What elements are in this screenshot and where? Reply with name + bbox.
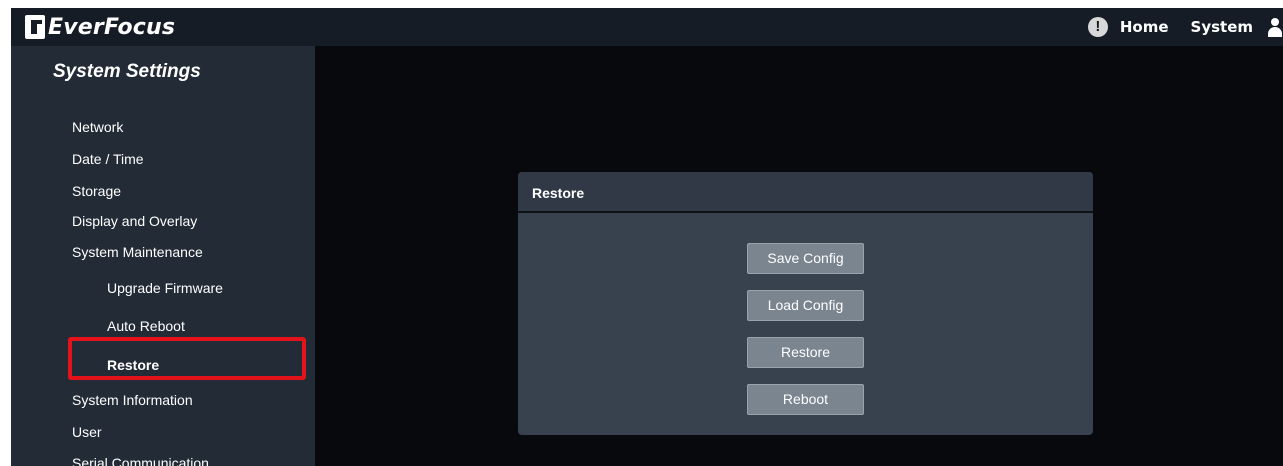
top-bar: EverFocus ! Home System (11, 8, 1283, 46)
panel-header: Restore (518, 172, 1093, 213)
sidebar: System Settings Network Date / Time Stor… (11, 46, 315, 466)
reboot-button[interactable]: Reboot (747, 384, 864, 415)
sidebar-item-network[interactable]: Network (72, 118, 123, 136)
alert-circle-icon[interactable]: ! (1087, 17, 1108, 37)
sidebar-item-system-information[interactable]: System Information (72, 391, 193, 409)
everfocus-logo-icon (25, 15, 45, 39)
sidebar-item-display-overlay[interactable]: Display and Overlay (72, 212, 197, 230)
nav-home-link[interactable]: Home (1120, 18, 1169, 36)
app-window: EverFocus ! Home System System Settings … (11, 8, 1283, 466)
nav-system-link[interactable]: System (1191, 18, 1253, 36)
restore-panel: Restore Save Config Load Config Restore … (518, 172, 1093, 435)
sidebar-item-auto-reboot[interactable]: Auto Reboot (107, 317, 185, 335)
save-config-button[interactable]: Save Config (747, 243, 864, 274)
sidebar-item-restore[interactable]: Restore (107, 356, 159, 374)
sidebar-item-system-maintenance[interactable]: System Maintenance (72, 243, 203, 261)
restore-button[interactable]: Restore (747, 337, 864, 368)
brand-name: EverFocus (48, 14, 176, 40)
panel-title: Restore (532, 185, 585, 201)
sidebar-item-user[interactable]: User (72, 423, 102, 441)
restore-highlight-box (68, 337, 306, 380)
brand-logo[interactable]: EverFocus (25, 13, 175, 41)
sidebar-item-storage[interactable]: Storage (72, 182, 121, 200)
load-config-button[interactable]: Load Config (747, 290, 864, 321)
sidebar-title: System Settings (53, 61, 201, 82)
top-nav: ! Home System (1087, 8, 1283, 46)
sidebar-item-date-time[interactable]: Date / Time (72, 150, 144, 168)
sidebar-item-serial-communication[interactable]: Serial Communication (72, 454, 209, 466)
sidebar-item-upgrade-firmware[interactable]: Upgrade Firmware (107, 279, 223, 297)
user-icon[interactable] (1267, 17, 1283, 37)
